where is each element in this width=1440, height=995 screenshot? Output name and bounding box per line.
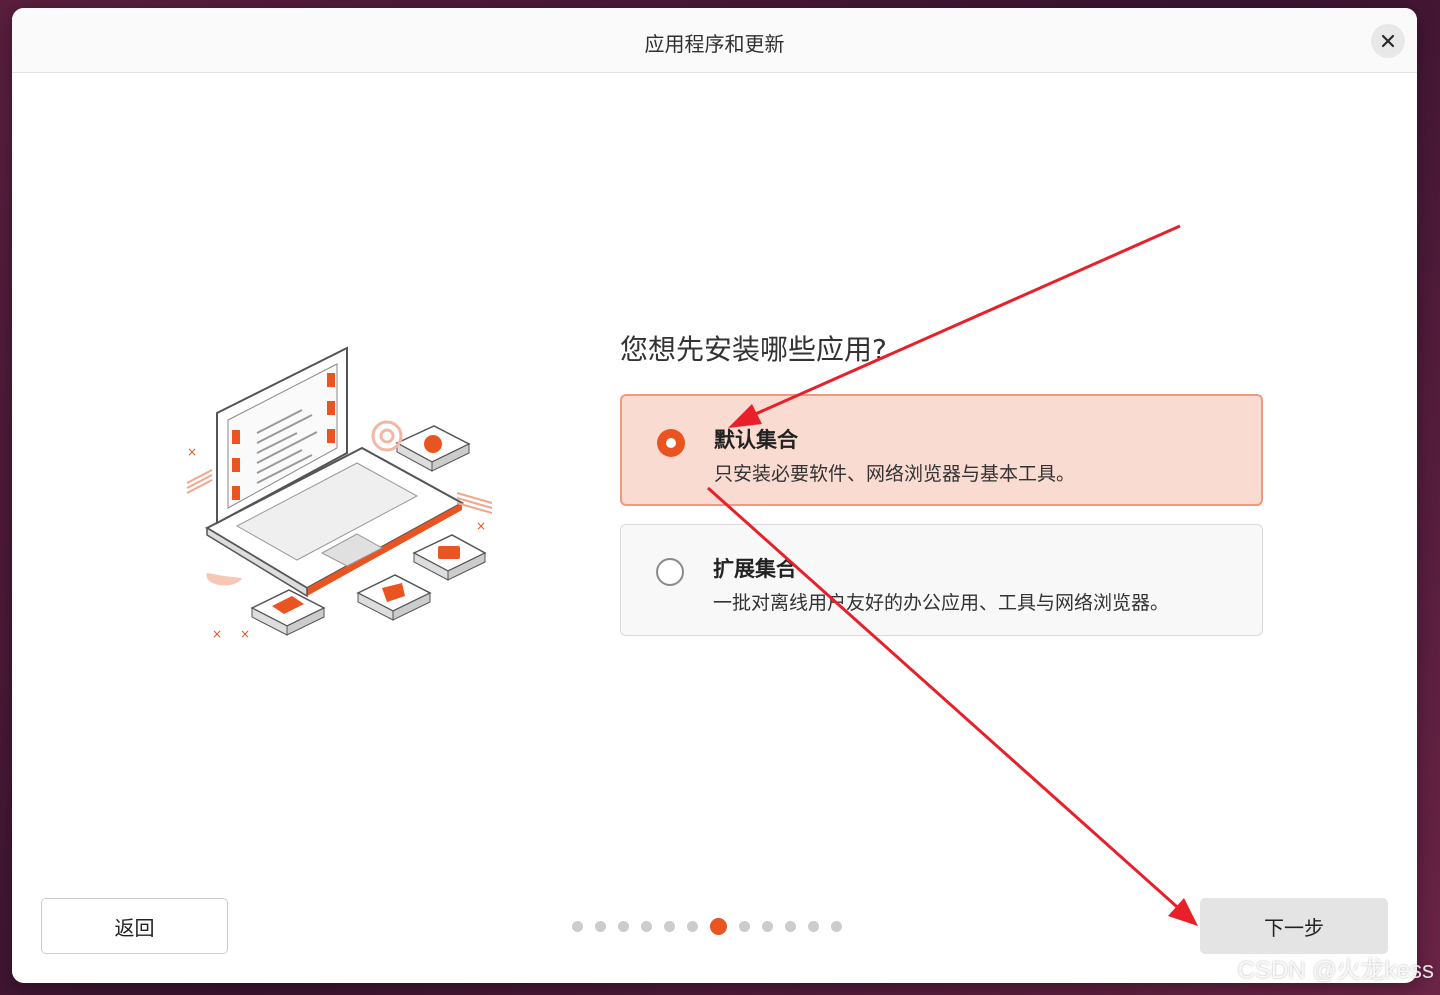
progress-dot <box>831 920 842 932</box>
progress-dot <box>641 920 652 932</box>
svg-text:×: × <box>212 627 222 641</box>
progress-dot-current <box>710 917 727 935</box>
laptop-apps-illustration: × × × × <box>186 346 493 641</box>
progress-dot <box>595 920 606 932</box>
option-extended-collection[interactable]: 扩展集合 一批对离线用户友好的办公应用、工具与网络浏览器。 <box>620 524 1263 636</box>
option-title: 扩展集合 <box>713 557 797 581</box>
radio-button-unchecked[interactable] <box>656 558 684 586</box>
svg-text:×: × <box>187 445 197 459</box>
radio-button-checked[interactable] <box>657 429 685 457</box>
watermark: CSDN @火龙kess <box>1237 957 1434 984</box>
option-default-collection[interactable]: 默认集合 只安装必要软件、网络浏览器与基本工具。 <box>620 394 1263 506</box>
next-button[interactable]: 下一步 <box>1200 898 1388 954</box>
close-icon <box>1381 34 1395 48</box>
progress-dot <box>785 920 796 932</box>
window-title: 应用程序和更新 <box>644 32 785 56</box>
progress-dot <box>762 920 773 932</box>
title-bar: 应用程序和更新 <box>12 8 1417 73</box>
installer-dialog: 应用程序和更新 × × × × 您想先安装哪些应用? 默认集合 只安装必要软件、… <box>12 8 1417 983</box>
svg-text:×: × <box>240 627 250 641</box>
back-button[interactable]: 返回 <box>41 898 228 954</box>
option-description: 一批对离线用户友好的办公应用、工具与网络浏览器。 <box>713 592 1170 614</box>
progress-dot <box>808 920 819 932</box>
progress-dot <box>739 920 750 932</box>
option-description: 只安装必要软件、网络浏览器与基本工具。 <box>714 463 1076 485</box>
progress-dot <box>618 920 629 932</box>
progress-dots <box>572 916 842 936</box>
close-button[interactable] <box>1371 24 1405 58</box>
question-heading: 您想先安装哪些应用? <box>620 333 887 366</box>
progress-dot <box>572 920 583 932</box>
progress-dot <box>687 920 698 932</box>
progress-dot <box>664 920 675 932</box>
option-title: 默认集合 <box>714 428 798 452</box>
svg-text:×: × <box>476 519 486 533</box>
